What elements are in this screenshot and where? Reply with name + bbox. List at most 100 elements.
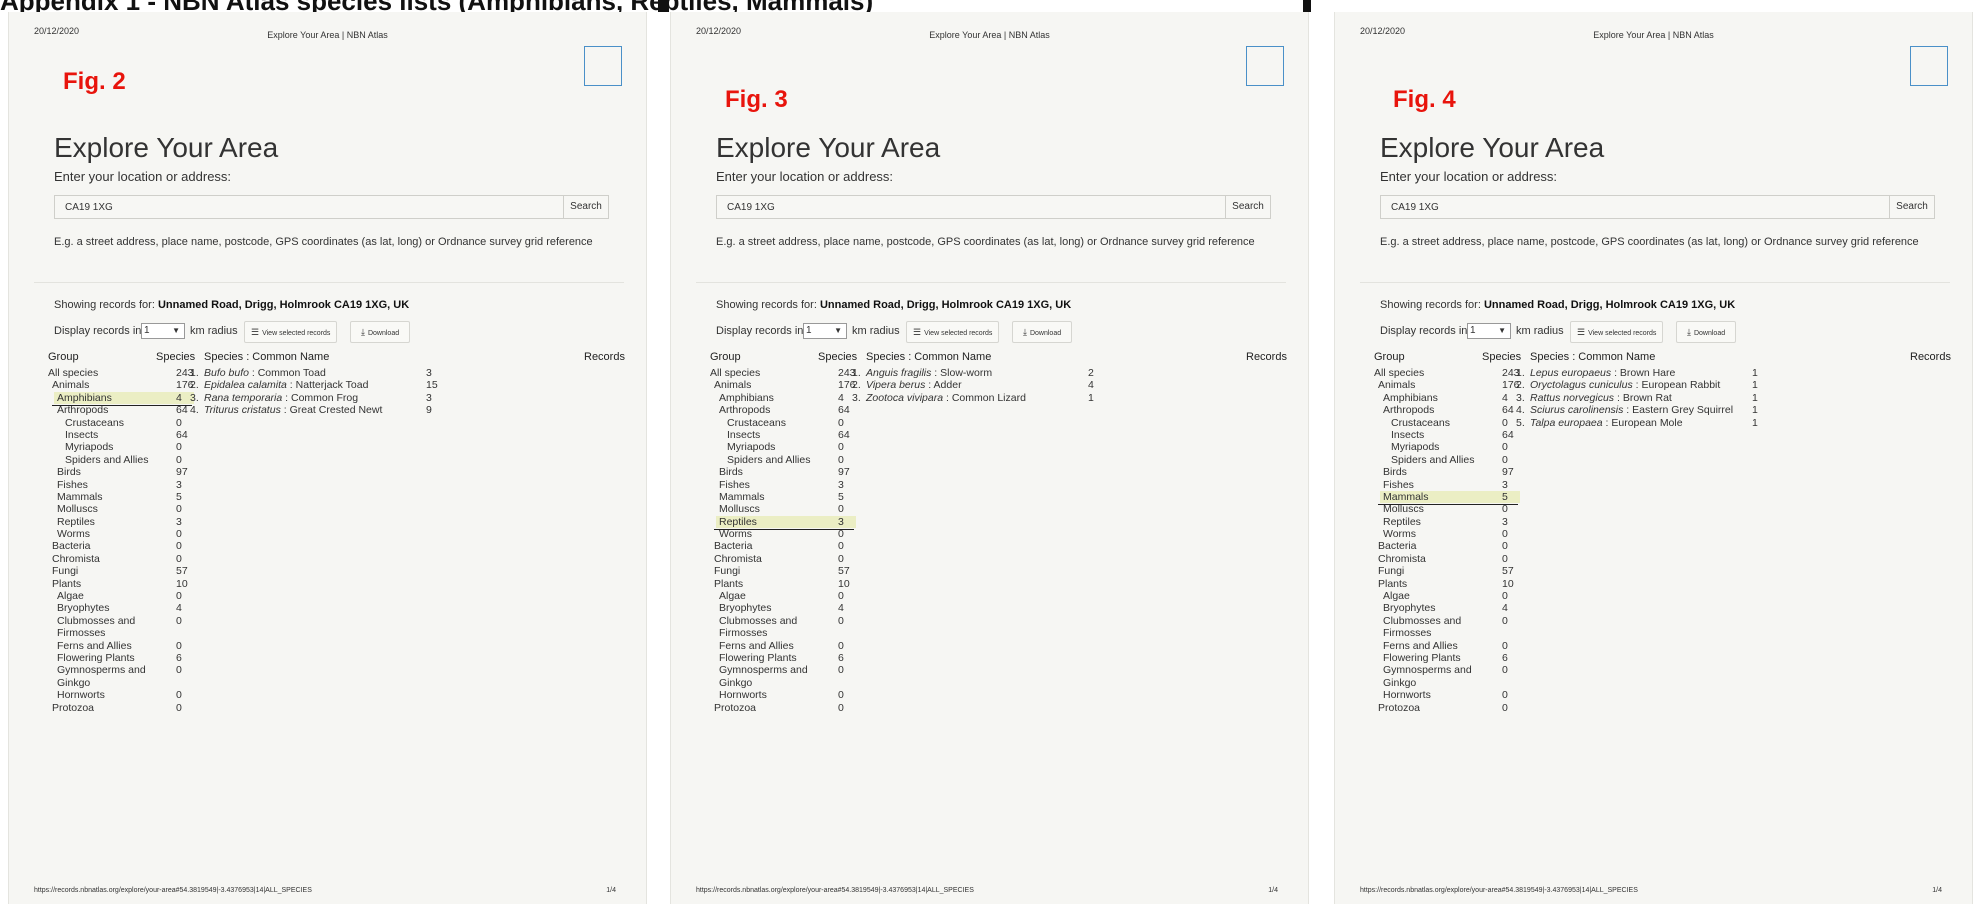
- view-selected-records-button[interactable]: ☰ View selected records: [906, 321, 1000, 343]
- group-row[interactable]: Fishes 3: [1374, 479, 1524, 491]
- group-row[interactable]: Animals 176: [1374, 379, 1524, 391]
- group-row[interactable]: Plants 10: [1374, 578, 1524, 590]
- group-row[interactable]: Birds 97: [1374, 466, 1524, 478]
- col-header-group[interactable]: Group: [1374, 351, 1405, 363]
- download-button[interactable]: ⤓ Download: [1676, 321, 1737, 343]
- group-row[interactable]: Fishes 3: [710, 479, 860, 491]
- group-row[interactable]: All species 243: [710, 367, 860, 379]
- species-name[interactable]: Talpa europaea : European Mole: [1530, 417, 1683, 429]
- group-row[interactable]: Spiders and Allies 0: [1374, 454, 1524, 466]
- group-row[interactable]: Molluscs 0: [710, 503, 860, 515]
- col-header-common-name[interactable]: Species : Common Name: [1530, 351, 1655, 363]
- col-header-records[interactable]: Records: [1910, 351, 1951, 363]
- species-row[interactable]: 3. Rattus norvegicus : Brown Rat 1: [1516, 392, 1966, 404]
- group-row[interactable]: Fishes 3: [48, 479, 198, 491]
- group-row[interactable]: Birds 97: [710, 466, 860, 478]
- species-row[interactable]: 1. Anguis fragilis : Slow-worm 2: [852, 367, 1302, 379]
- group-row[interactable]: Fungi 57: [1374, 565, 1524, 577]
- species-name[interactable]: Anguis fragilis : Slow-worm: [866, 367, 992, 379]
- group-row[interactable]: Crustaceans 0: [48, 417, 198, 429]
- species-name[interactable]: Vipera berus : Adder: [866, 379, 962, 391]
- species-name[interactable]: Bufo bufo : Common Toad: [204, 367, 326, 379]
- col-header-species[interactable]: Species: [156, 351, 195, 363]
- group-row[interactable]: Birds 97: [48, 466, 198, 478]
- group-row[interactable]: Chromista 0: [48, 553, 198, 565]
- group-row[interactable]: Fungi 57: [48, 565, 198, 577]
- group-row[interactable]: Flowering Plants 6: [48, 652, 198, 664]
- location-search-input[interactable]: [54, 195, 564, 219]
- search-button[interactable]: Search: [1226, 195, 1271, 219]
- group-row[interactable]: Ferns and Allies 0: [710, 640, 860, 652]
- group-row[interactable]: Algae 0: [48, 590, 198, 602]
- col-header-group[interactable]: Group: [48, 351, 79, 363]
- group-row[interactable]: Algae 0: [1374, 590, 1524, 602]
- species-row[interactable]: 1. Lepus europaeus : Brown Hare 1: [1516, 367, 1966, 379]
- group-row[interactable]: Mammals 5: [48, 491, 198, 503]
- group-row[interactable]: Hornworts 0: [48, 689, 198, 701]
- group-row[interactable]: Fungi 57: [710, 565, 860, 577]
- download-button[interactable]: ⤓ Download: [350, 321, 411, 343]
- group-row[interactable]: Protozoa 0: [1374, 702, 1524, 714]
- species-name[interactable]: Triturus cristatus : Great Crested Newt: [204, 404, 382, 416]
- species-row[interactable]: 3. Zootoca vivipara : Common Lizard 1: [852, 392, 1302, 404]
- group-row[interactable]: Reptiles 3: [1374, 516, 1524, 528]
- col-header-species[interactable]: Species: [818, 351, 857, 363]
- group-row[interactable]: Insects 64: [48, 429, 198, 441]
- group-row[interactable]: Insects 64: [710, 429, 860, 441]
- col-header-group[interactable]: Group: [710, 351, 741, 363]
- species-name[interactable]: Epidalea calamita : Natterjack Toad: [204, 379, 368, 391]
- group-row[interactable]: Protozoa 0: [710, 702, 860, 714]
- group-row[interactable]: Reptiles 3: [710, 515, 860, 531]
- selection-checkbox[interactable]: [1246, 46, 1284, 86]
- species-name[interactable]: Rana temporaria : Common Frog: [204, 392, 358, 404]
- group-row[interactable]: Amphibians 4: [1374, 392, 1524, 404]
- group-row[interactable]: Animals 176: [48, 379, 198, 391]
- location-search-input[interactable]: [1380, 195, 1890, 219]
- col-header-species[interactable]: Species: [1482, 351, 1521, 363]
- group-row[interactable]: Mammals 5: [1374, 490, 1524, 506]
- group-row[interactable]: Chromista 0: [710, 553, 860, 565]
- group-row[interactable]: Protozoa 0: [48, 702, 198, 714]
- view-selected-records-button[interactable]: ☰ View selected records: [1570, 321, 1664, 343]
- group-row[interactable]: All species 243: [1374, 367, 1524, 379]
- group-row[interactable]: Bacteria 0: [710, 540, 860, 552]
- group-row[interactable]: Clubmosses and Firmosses 0: [48, 615, 198, 640]
- species-name[interactable]: Oryctolagus cuniculus : European Rabbit: [1530, 379, 1720, 391]
- group-row[interactable]: Plants 10: [710, 578, 860, 590]
- radius-select[interactable]: 1 ▼: [1467, 323, 1511, 339]
- group-row[interactable]: Clubmosses and Firmosses 0: [1374, 615, 1524, 640]
- group-row[interactable]: Molluscs 0: [48, 503, 198, 515]
- species-name[interactable]: Zootoca vivipara : Common Lizard: [866, 392, 1026, 404]
- group-row[interactable]: Bacteria 0: [48, 540, 198, 552]
- group-row[interactable]: Myriapods 0: [48, 441, 198, 453]
- radius-select[interactable]: 1 ▼: [141, 323, 185, 339]
- group-row[interactable]: Crustaceans 0: [1374, 417, 1524, 429]
- group-row[interactable]: Amphibians 4: [710, 392, 860, 404]
- group-row[interactable]: Spiders and Allies 0: [48, 454, 198, 466]
- species-row[interactable]: 3. Rana temporaria : Common Frog 3: [190, 392, 640, 404]
- group-row[interactable]: Spiders and Allies 0: [710, 454, 860, 466]
- species-name[interactable]: Lepus europaeus : Brown Hare: [1530, 367, 1675, 379]
- download-button[interactable]: ⤓ Download: [1012, 321, 1073, 343]
- group-row[interactable]: Worms 0: [1374, 528, 1524, 540]
- group-row[interactable]: Bryophytes 4: [48, 602, 198, 614]
- group-row[interactable]: Crustaceans 0: [710, 417, 860, 429]
- species-row[interactable]: 1. Bufo bufo : Common Toad 3: [190, 367, 640, 379]
- group-row[interactable]: Plants 10: [48, 578, 198, 590]
- group-row[interactable]: Myriapods 0: [710, 441, 860, 453]
- group-row[interactable]: Hornworts 0: [1374, 689, 1524, 701]
- group-row[interactable]: Insects 64: [1374, 429, 1524, 441]
- group-row[interactable]: Bacteria 0: [1374, 540, 1524, 552]
- species-row[interactable]: 2. Vipera berus : Adder 4: [852, 379, 1302, 391]
- search-button[interactable]: Search: [1890, 195, 1935, 219]
- group-row[interactable]: Arthropods 64: [1374, 404, 1524, 416]
- group-row[interactable]: Chromista 0: [1374, 553, 1524, 565]
- group-row[interactable]: Ferns and Allies 0: [1374, 640, 1524, 652]
- group-row[interactable]: Worms 0: [710, 528, 860, 540]
- group-row[interactable]: Gymnosperms and Ginkgo 0: [1374, 664, 1524, 689]
- group-row[interactable]: Clubmosses and Firmosses 0: [710, 615, 860, 640]
- species-name[interactable]: Rattus norvegicus : Brown Rat: [1530, 392, 1672, 404]
- selection-checkbox[interactable]: [584, 46, 622, 86]
- species-row[interactable]: 2. Epidalea calamita : Natterjack Toad 15: [190, 379, 640, 391]
- group-row[interactable]: All species 243: [48, 367, 198, 379]
